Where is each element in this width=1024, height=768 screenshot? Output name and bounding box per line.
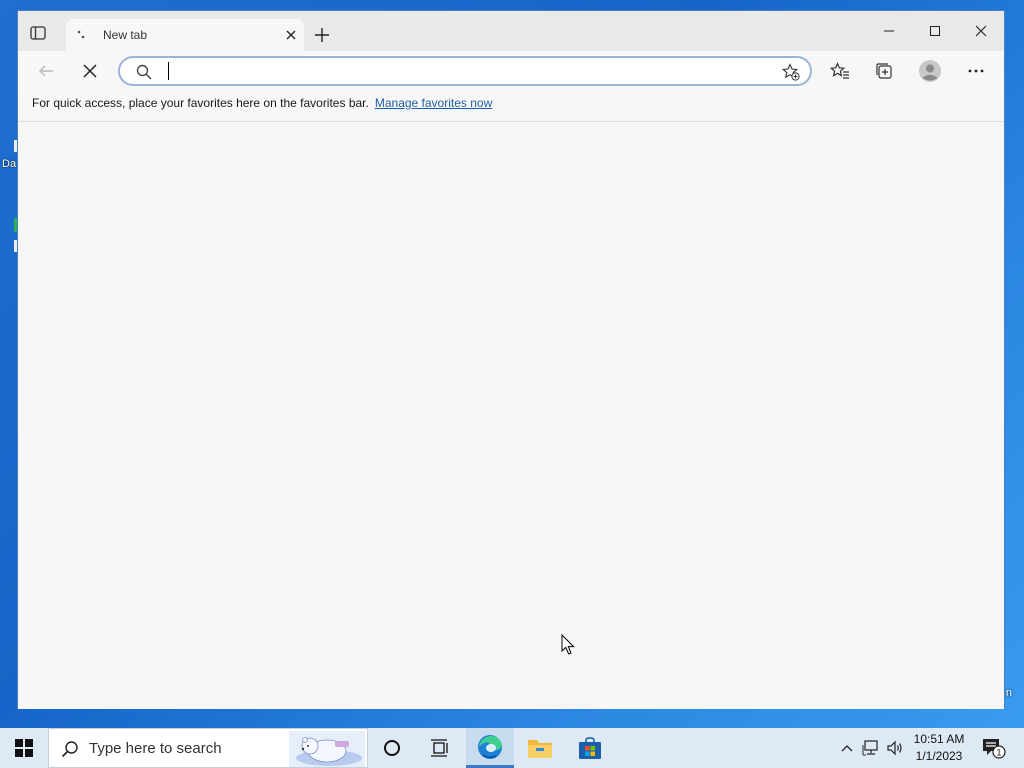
tab-title: New tab [103, 28, 148, 42]
task-view-button[interactable] [416, 728, 464, 768]
file-explorer-icon[interactable] [516, 728, 564, 768]
favorites-bar: For quick access, place your favorites h… [18, 91, 1004, 122]
clock-date: 1/1/2023 [915, 749, 963, 763]
action-center-button[interactable]: 1 [974, 728, 1014, 768]
minimize-button[interactable] [866, 11, 912, 51]
network-icon[interactable] [860, 728, 882, 768]
show-hidden-icons-button[interactable] [836, 728, 858, 768]
taskbar-search-box[interactable]: Type here to search [48, 728, 368, 768]
stop-loading-button[interactable] [78, 59, 102, 83]
clock-time: 10:51 AM [913, 732, 965, 746]
start-button[interactable] [0, 728, 48, 768]
new-tab-button[interactable] [314, 27, 330, 43]
search-placeholder: Type here to search [89, 740, 222, 757]
browser-toolbar [18, 51, 1004, 91]
close-tab-icon[interactable] [284, 28, 298, 42]
search-icon [136, 64, 152, 80]
profile-avatar-icon[interactable] [918, 59, 942, 83]
taskbar: Type here to search 10:51 AM 1/1/2023 1 [0, 728, 1024, 768]
desktop-icon-label-fragment: Da [2, 158, 17, 170]
favorites-bar-message: For quick access, place your favorites h… [32, 96, 369, 110]
title-bar: New tab [18, 11, 1004, 51]
volume-icon[interactable] [884, 728, 906, 768]
cortana-button[interactable] [370, 728, 414, 768]
close-window-button[interactable] [958, 11, 1004, 51]
page-content [18, 122, 1004, 709]
address-bar[interactable] [118, 56, 812, 86]
text-caret [168, 62, 169, 80]
microsoft-store-icon[interactable] [566, 728, 614, 768]
favorites-icon[interactable] [828, 59, 852, 83]
manage-favorites-link[interactable]: Manage favorites now [375, 96, 492, 110]
tab-actions-icon[interactable] [28, 23, 48, 43]
loading-spinner-icon [76, 29, 88, 41]
notification-count: 1 [996, 748, 1001, 758]
search-highlight-illustration [289, 731, 365, 767]
taskbar-clock[interactable]: 10:51 AM 1/1/2023 [906, 731, 972, 765]
browser-window: New tab For quick access, place your fav… [17, 10, 1005, 709]
add-favorite-icon[interactable] [782, 63, 800, 81]
back-button[interactable] [34, 59, 58, 83]
search-icon [61, 740, 79, 758]
tab-new-tab[interactable]: New tab [66, 19, 304, 51]
more-options-icon[interactable] [964, 59, 988, 83]
mouse-pointer-icon [561, 634, 575, 656]
desktop-icon-label-fragment: n [1005, 687, 1012, 699]
address-input[interactable] [164, 61, 764, 81]
maximize-button[interactable] [912, 11, 958, 51]
collections-icon[interactable] [872, 59, 896, 83]
edge-taskbar-icon[interactable] [466, 728, 514, 768]
